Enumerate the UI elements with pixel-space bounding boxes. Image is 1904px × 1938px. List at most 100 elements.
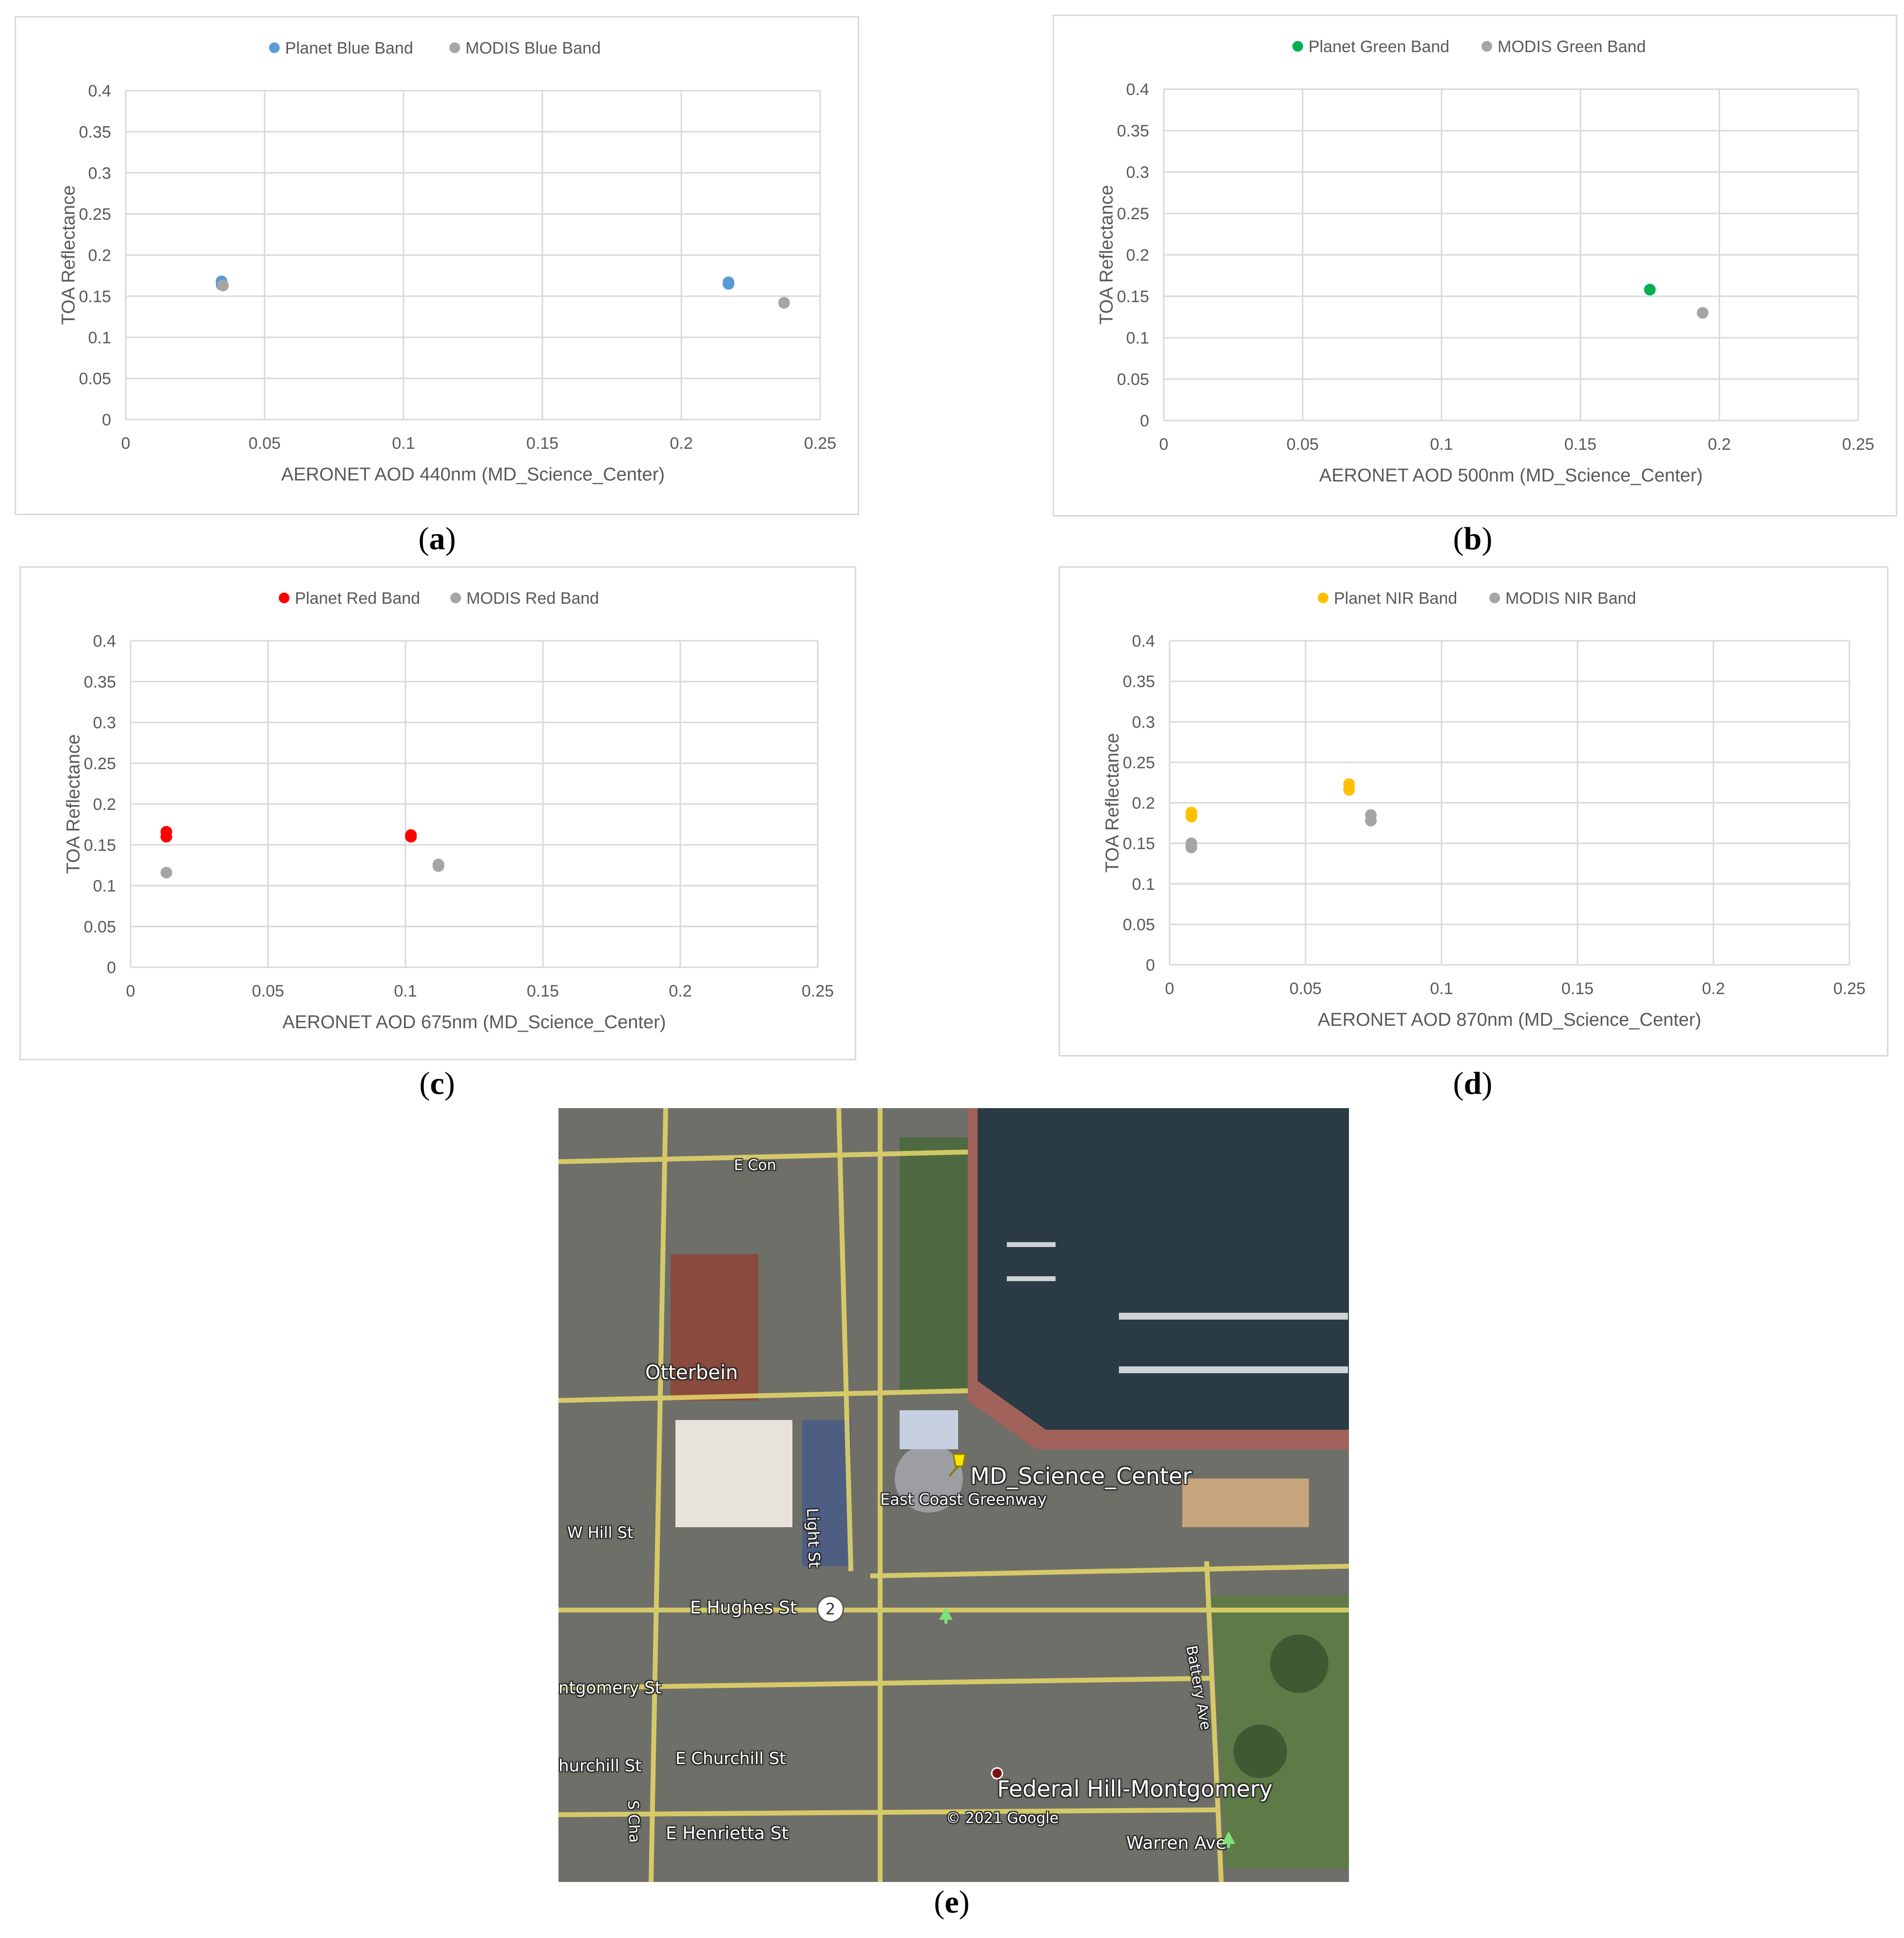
chart-panel-b: 0 0.05 0.1 0.15 0.2 0.25 0.3 0.35 0.4 0 0.05 0.1 0.1…	[1053, 15, 1897, 517]
x-tick-label: 0	[126, 982, 135, 1000]
x-tick-label: 0.15	[526, 434, 558, 453]
legend-marker	[449, 42, 460, 53]
y-tick-label: 0.1	[1126, 329, 1149, 347]
y-tick-label: 0.15	[1117, 288, 1149, 306]
scatter-chart-a: 0 0.05 0.1 0.15 0.2 0.25 0.3 0.35 0.4 0 0.05 0.1 0.1…	[58, 39, 836, 485]
map-label-copyright: © 2021 Google	[946, 1810, 1059, 1827]
y-tick-label: 0.1	[88, 328, 111, 347]
legend-marker	[1292, 41, 1303, 52]
caption-b: (b)	[1453, 521, 1493, 556]
route-shield: 2	[817, 1595, 844, 1623]
y-axis-label: TOA Reflectance	[63, 734, 84, 874]
x-tick-label: 0	[1165, 979, 1174, 998]
map-label-light-st: Light St	[803, 1508, 824, 1569]
data-point	[778, 297, 790, 309]
caption-d: (d)	[1453, 1066, 1493, 1101]
legend-label: MODIS NIR Band	[1505, 589, 1636, 608]
y-tick-label: 0.35	[1123, 672, 1155, 691]
park-tree-icon	[939, 1607, 953, 1624]
map-label-e-conway: E Con	[734, 1157, 776, 1174]
data-point	[1343, 784, 1355, 796]
map-label-e-hughes-st: E Hughes St	[690, 1598, 797, 1618]
y-tick-label: 0	[1140, 412, 1149, 430]
y-tick-label: 0.3	[1132, 713, 1155, 731]
x-tick-label: 0.2	[669, 982, 692, 1000]
x-tick-label: 0.25	[1842, 435, 1874, 454]
x-axis-label: AERONET AOD 870nm (MD_Science_Center)	[1318, 1010, 1701, 1030]
x-tick-label: 0.05	[1287, 435, 1319, 454]
location-dot-icon[interactable]	[990, 1766, 1004, 1781]
chart-panel-c: 0 0.05 0.1 0.15 0.2 0.25 0.3 0.35 0.4 0 0.05 0.1 0.1…	[19, 566, 856, 1060]
legend-label: MODIS Blue Band	[465, 39, 601, 58]
y-axis-label: TOA Reflectance	[1096, 185, 1117, 325]
legend-label: Planet NIR Band	[1334, 589, 1457, 608]
legend-label: Planet Red Band	[295, 589, 420, 608]
y-tick-label: 0.35	[84, 673, 116, 691]
y-tick-label: 0.25	[1117, 205, 1149, 223]
y-tick-label: 0.3	[88, 164, 111, 183]
x-tick-label: 0	[1159, 435, 1169, 454]
grid-lines	[125, 90, 821, 421]
y-tick-label: 0.2	[1126, 246, 1149, 265]
y-tick-label: 0	[1146, 956, 1155, 975]
data-point	[160, 866, 173, 879]
y-tick-label: 0.35	[79, 123, 111, 141]
y-tick-label: 0.25	[1123, 753, 1155, 772]
data-point	[722, 278, 734, 290]
map-label-e-churchill-st: E Churchill St	[675, 1749, 786, 1768]
x-tick-label: 0.2	[1708, 435, 1731, 454]
y-tick-label: 0.3	[1126, 163, 1149, 182]
data-point	[1644, 284, 1656, 296]
y-tick-label: 0	[102, 411, 111, 429]
y-tick-label: 0.4	[88, 82, 111, 100]
y-tick-label: 0.05	[1123, 916, 1155, 934]
data-point	[432, 860, 444, 872]
placemark-pin-icon[interactable]	[943, 1449, 973, 1478]
data-point	[217, 279, 229, 291]
y-tick-label: 0.15	[79, 288, 111, 306]
x-tick-label: 0.1	[1430, 435, 1453, 454]
data-point	[405, 831, 417, 843]
y-tick-label: 0.2	[1132, 794, 1155, 813]
legend-marker	[1481, 41, 1492, 52]
y-tick-label: 0.25	[79, 205, 111, 224]
legend-marker	[279, 593, 289, 603]
legend-label: MODIS Green Band	[1498, 38, 1646, 56]
legend-label: Planet Green Band	[1308, 38, 1449, 56]
y-tick-label: 0.15	[84, 836, 116, 855]
map-label-montgomery-st: ntgomery St	[558, 1678, 662, 1698]
legend-label: MODIS Red Band	[466, 589, 599, 608]
y-tick-label: 0.05	[79, 370, 111, 388]
x-tick-label: 0.1	[394, 982, 417, 1000]
y-tick-label: 0.15	[1123, 835, 1155, 853]
y-tick-label: 0.2	[93, 795, 116, 814]
caption-c: (c)	[419, 1066, 455, 1101]
x-axis-label: AERONET AOD 500nm (MD_Science_Center)	[1319, 465, 1703, 486]
x-tick-label: 0	[121, 434, 131, 453]
data-point	[1696, 307, 1709, 319]
x-axis-label: AERONET AOD 440nm (MD_Science_Center)	[281, 464, 665, 485]
legend-label: Planet Blue Band	[285, 39, 413, 58]
x-tick-label: 0.25	[804, 434, 836, 453]
grid-lines	[1163, 88, 1859, 422]
y-tick-label: 0.1	[93, 877, 116, 896]
y-tick-label: 0.05	[84, 918, 116, 936]
x-tick-label: 0.2	[670, 434, 692, 453]
y-tick-label: 0.1	[1132, 875, 1155, 894]
data-point	[160, 831, 173, 843]
x-tick-label: 0.25	[1833, 979, 1866, 998]
satellite-map[interactable]: Otterbein E Con W Hill St Light St East …	[558, 1108, 1349, 1882]
legend-marker	[1489, 593, 1500, 603]
x-tick-label: 0.15	[1561, 979, 1594, 998]
chart-panel-d: 0 0.05 0.1 0.15 0.2 0.25 0.3 0.35 0.4 0 0.05 0.1 0.1…	[1058, 566, 1888, 1056]
x-tick-label: 0.05	[252, 982, 284, 1000]
grid-lines	[130, 640, 819, 968]
map-label-md-science-center: MD_Science_Center	[970, 1463, 1192, 1489]
map-label-e-henrietta-st: E Henrietta St	[666, 1823, 789, 1843]
y-tick-label: 0.25	[84, 754, 116, 773]
caption-a: (a)	[418, 521, 456, 556]
x-tick-label: 0.15	[1564, 435, 1596, 454]
scatter-chart-d: 0 0.05 0.1 0.15 0.2 0.25 0.3 0.35 0.4 0 0.05 0.1 0.1…	[1102, 589, 1866, 1030]
y-tick-label: 0.4	[1132, 632, 1155, 651]
data-point	[1185, 841, 1197, 853]
